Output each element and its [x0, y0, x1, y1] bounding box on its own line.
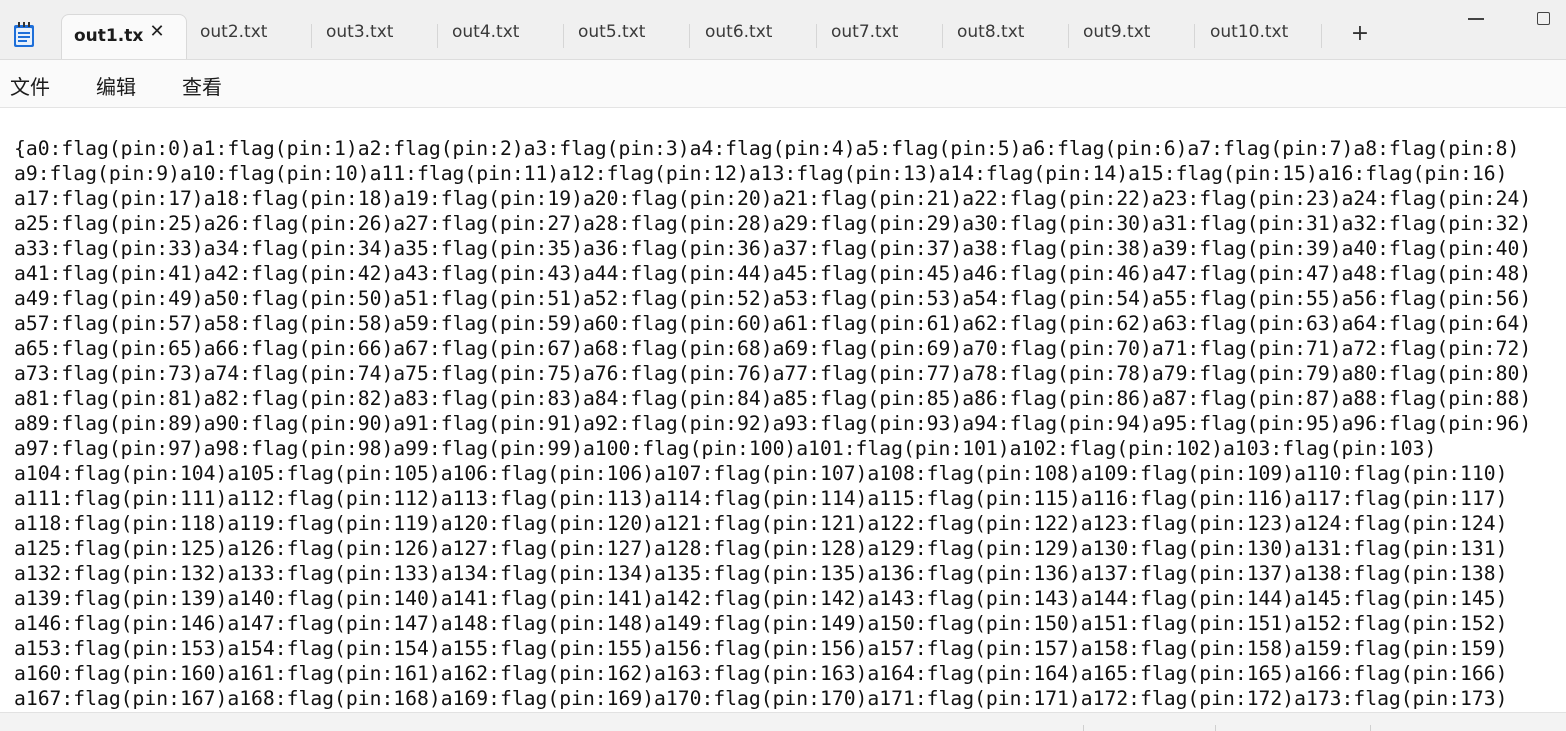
text-line: a49:flag(pin:49)a50:flag(pin:50)a51:flag…: [14, 287, 1532, 310]
text-line: a89:flag(pin:89)a90:flag(pin:90)a91:flag…: [14, 412, 1532, 435]
tab-label: out1.tx: [74, 26, 144, 46]
text-line: a125:flag(pin:125)a126:flag(pin:126)a127…: [14, 537, 1508, 560]
tab-out1[interactable]: out1.tx ✕: [61, 14, 187, 59]
tab-out7[interactable]: out7.txt: [819, 22, 943, 48]
text-line: a139:flag(pin:139)a140:flag(pin:140)a141…: [14, 587, 1508, 610]
text-line: a146:flag(pin:146)a147:flag(pin:147)a148…: [14, 612, 1508, 635]
status-divider: [1083, 725, 1084, 731]
menu-edit[interactable]: 编辑: [96, 71, 136, 100]
text-editor[interactable]: {a0:flag(pin:0)a1:flag(pin:1)a2:flag(pin…: [14, 136, 1554, 711]
tab-label: out9.txt: [1083, 22, 1151, 42]
text-line: a9:flag(pin:9)a10:flag(pin:10)a11:flag(p…: [14, 162, 1508, 185]
close-icon[interactable]: ✕: [148, 23, 166, 41]
tab-label: out5.txt: [578, 22, 646, 42]
notepad-icon: [13, 22, 35, 48]
text-line: {a0:flag(pin:0)a1:flag(pin:1)a2:flag(pin…: [14, 137, 1520, 160]
tab-label: out4.txt: [452, 22, 520, 42]
text-line: a160:flag(pin:160)a161:flag(pin:161)a162…: [14, 662, 1508, 685]
text-line: a65:flag(pin:65)a66:flag(pin:66)a67:flag…: [14, 337, 1532, 360]
text-line: a104:flag(pin:104)a105:flag(pin:105)a106…: [14, 462, 1508, 485]
minimize-icon[interactable]: [1468, 18, 1484, 20]
tab-out10[interactable]: out10.txt: [1198, 22, 1322, 48]
menu-view[interactable]: 查看: [182, 71, 222, 100]
tab-label: out7.txt: [831, 22, 899, 42]
status-divider: [1370, 725, 1371, 731]
text-line: a41:flag(pin:41)a42:flag(pin:42)a43:flag…: [14, 262, 1532, 285]
tab-out9[interactable]: out9.txt: [1071, 22, 1195, 48]
tab-label: out3.txt: [326, 22, 394, 42]
menu-file[interactable]: 文件: [10, 71, 50, 100]
text-line: a17:flag(pin:17)a18:flag(pin:18)a19:flag…: [14, 187, 1532, 210]
text-line: a25:flag(pin:25)a26:flag(pin:26)a27:flag…: [14, 212, 1532, 235]
menu-bar: 文件 编辑 查看: [0, 60, 1566, 108]
tab-out4[interactable]: out4.txt: [440, 22, 564, 48]
text-line: a57:flag(pin:57)a58:flag(pin:58)a59:flag…: [14, 312, 1532, 335]
new-tab-button[interactable]: +: [1350, 23, 1370, 45]
text-line: a132:flag(pin:132)a133:flag(pin:133)a134…: [14, 562, 1508, 585]
tab-label: out2.txt: [200, 22, 268, 42]
text-line: a111:flag(pin:111)a112:flag(pin:112)a113…: [14, 487, 1508, 510]
status-bar: [0, 712, 1566, 731]
text-line: a33:flag(pin:33)a34:flag(pin:34)a35:flag…: [14, 237, 1532, 260]
tab-out6[interactable]: out6.txt: [693, 22, 817, 48]
tab-label: out8.txt: [957, 22, 1025, 42]
text-line: a81:flag(pin:81)a82:flag(pin:82)a83:flag…: [14, 387, 1532, 410]
tab-out5[interactable]: out5.txt: [566, 22, 690, 48]
text-line: a153:flag(pin:153)a154:flag(pin:154)a155…: [14, 637, 1508, 660]
text-line: a167:flag(pin:167)a168:flag(pin:168)a169…: [14, 687, 1508, 710]
status-divider: [1215, 725, 1216, 731]
text-line: a118:flag(pin:118)a119:flag(pin:119)a120…: [14, 512, 1508, 535]
text-line: a73:flag(pin:73)a74:flag(pin:74)a75:flag…: [14, 362, 1532, 385]
tab-out8[interactable]: out8.txt: [945, 22, 1069, 48]
text-line: a97:flag(pin:97)a98:flag(pin:98)a99:flag…: [14, 437, 1437, 460]
tab-out2[interactable]: out2.txt: [188, 22, 312, 48]
tab-label: out10.txt: [1210, 22, 1289, 42]
tab-label: out6.txt: [705, 22, 773, 42]
title-bar: out1.tx ✕ out2.txt out3.txt out4.txt out…: [0, 0, 1566, 60]
tab-out3[interactable]: out3.txt: [314, 22, 438, 48]
maximize-icon[interactable]: [1537, 12, 1550, 25]
